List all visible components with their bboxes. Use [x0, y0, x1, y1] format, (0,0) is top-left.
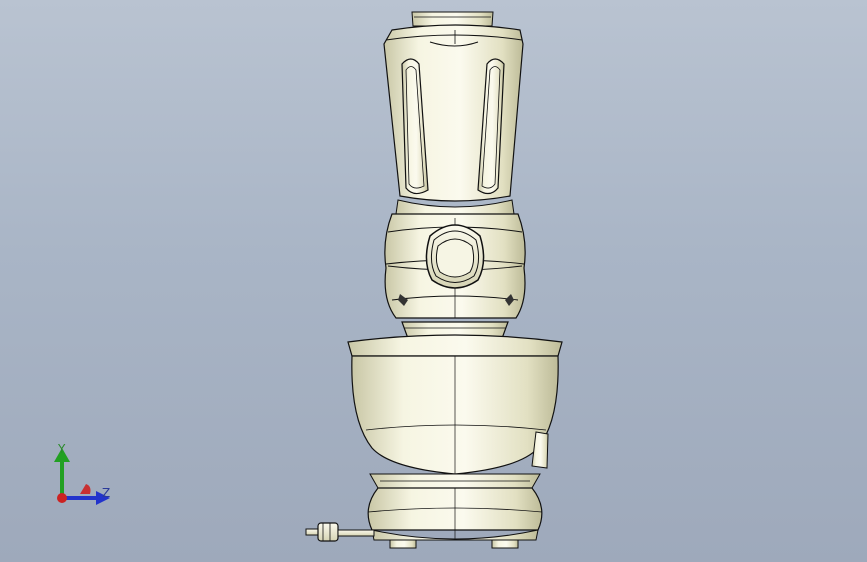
x-axis-origin	[57, 493, 67, 503]
graphics-viewport[interactable]: Y Z	[0, 0, 867, 562]
y-axis-label: Y	[58, 442, 66, 456]
3d-model-view[interactable]	[0, 0, 867, 562]
mixing-bowl	[347, 334, 563, 489]
blender-jar	[383, 11, 524, 215]
z-axis-label: Z	[102, 486, 111, 500]
power-cord-plug	[305, 522, 375, 542]
coordinate-triad	[54, 448, 110, 505]
motor-housing-upper	[384, 213, 526, 345]
mixer-base	[367, 487, 543, 549]
rotation-indicator-icon	[80, 484, 91, 494]
